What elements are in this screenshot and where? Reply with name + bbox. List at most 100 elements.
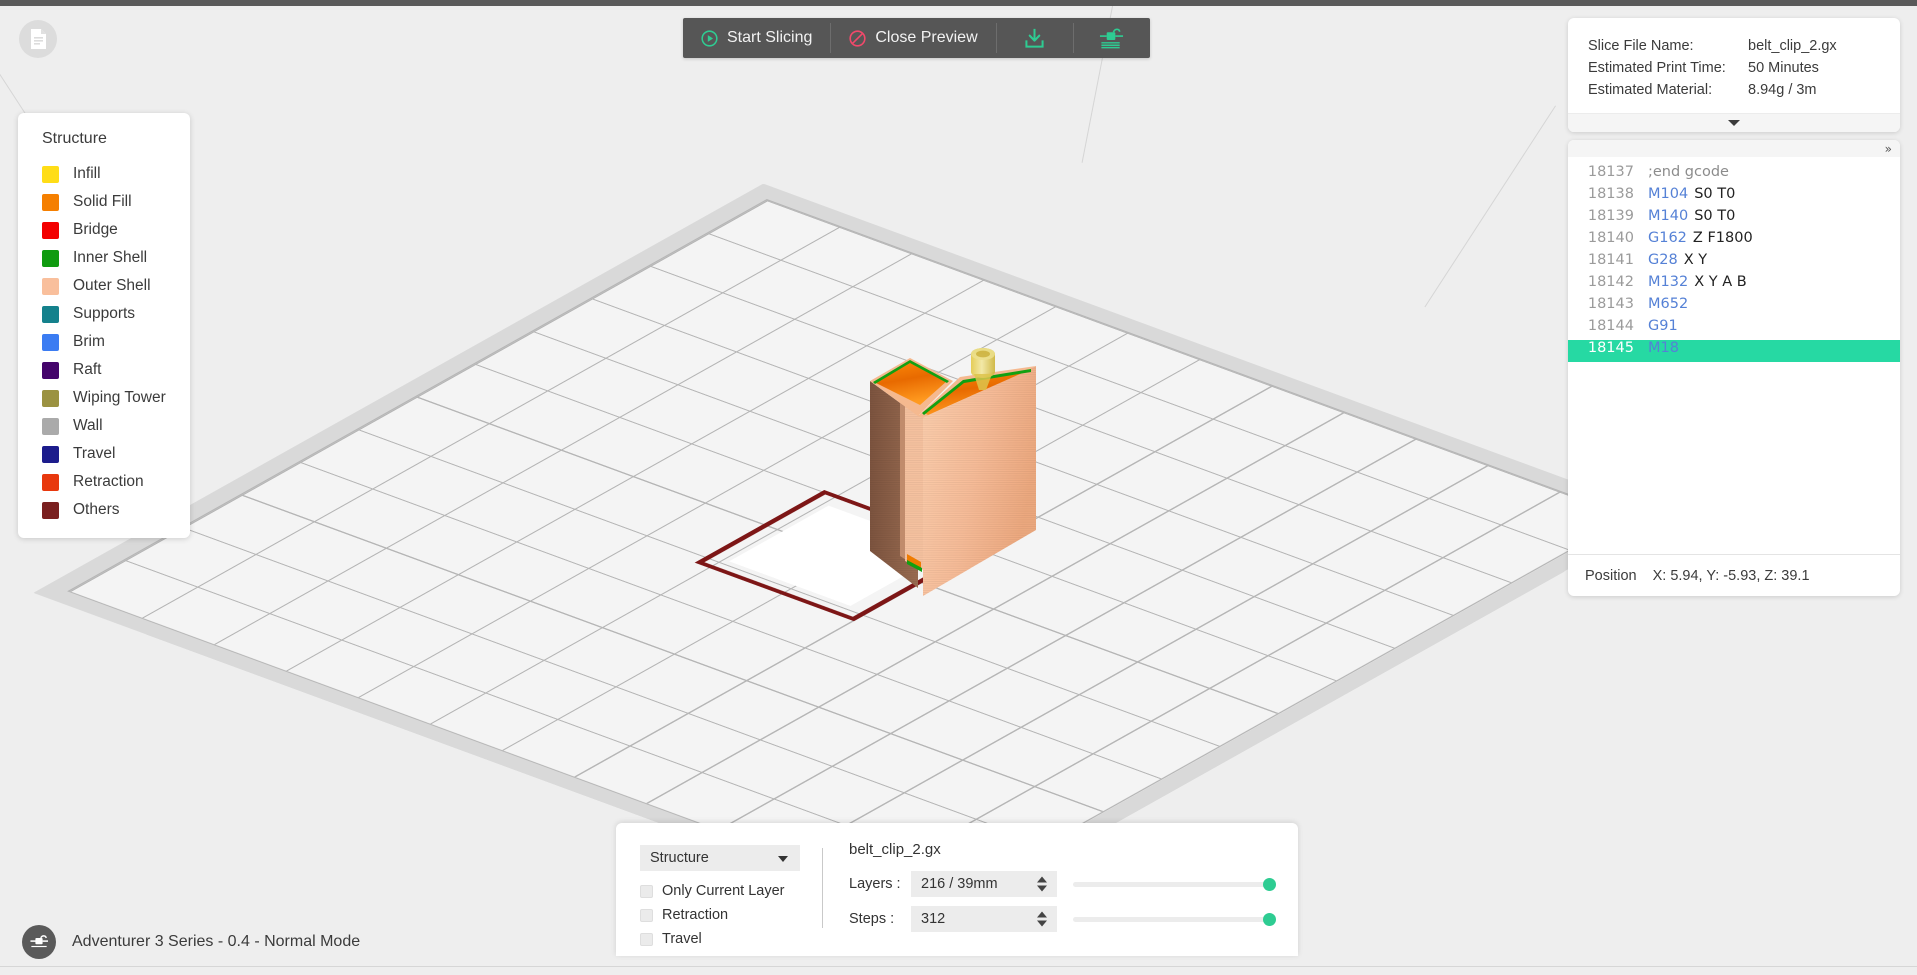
legend-item-label: Travel bbox=[73, 445, 116, 463]
legend-swatch bbox=[42, 306, 59, 323]
legend-item-label: Supports bbox=[73, 305, 135, 323]
gcode-line[interactable]: 18140G162Z F1800 bbox=[1568, 230, 1900, 252]
layers-stepper[interactable]: 216 / 39mm bbox=[911, 871, 1057, 897]
spin-up-icon[interactable] bbox=[1037, 912, 1047, 918]
checkbox-retraction[interactable]: Retraction bbox=[640, 903, 822, 927]
spin-down-icon[interactable] bbox=[1037, 921, 1047, 927]
legend-item-others[interactable]: Others bbox=[18, 496, 190, 524]
spin-down-icon[interactable] bbox=[1037, 886, 1047, 892]
legend-item-inner-shell[interactable]: Inner Shell bbox=[18, 244, 190, 272]
no-entry-icon bbox=[849, 30, 866, 47]
legend-item-outer-shell[interactable]: Outer Shell bbox=[18, 272, 190, 300]
legend-swatch bbox=[42, 502, 59, 519]
document-icon bbox=[29, 28, 48, 50]
gcode-command: G162 bbox=[1648, 230, 1687, 246]
legend-item-wall[interactable]: Wall bbox=[18, 412, 190, 440]
gcode-args: S0 T0 bbox=[1694, 208, 1735, 224]
printer-status-text: Adventurer 3 Series - 0.4 - Normal Mode bbox=[72, 933, 360, 951]
slice-info-collapse-button[interactable] bbox=[1568, 113, 1900, 132]
start-slicing-button[interactable]: Start Slicing bbox=[683, 18, 830, 58]
gcode-line[interactable]: 18145 M18 bbox=[1568, 340, 1900, 362]
steps-slider-thumb[interactable] bbox=[1263, 913, 1276, 926]
checkbox-box[interactable] bbox=[640, 909, 653, 922]
printer-send-icon bbox=[1098, 26, 1125, 51]
gcode-line[interactable]: 18139M140S0 T0 bbox=[1568, 208, 1900, 230]
gcode-position-bar: Position X: 5.94, Y: -5.93, Z: 39.1 bbox=[1568, 554, 1900, 596]
view-mode-select[interactable]: Structure bbox=[640, 845, 800, 871]
slice-info-value: 50 Minutes bbox=[1748, 57, 1819, 79]
gcode-line[interactable]: 18141G28X Y bbox=[1568, 252, 1900, 274]
document-button[interactable] bbox=[19, 20, 57, 58]
gcode-line-number: 18141 bbox=[1582, 252, 1634, 268]
slice-info-row: Slice File Name:belt_clip_2.gx bbox=[1588, 35, 1900, 57]
control-panel-left: Structure Only Current Layer Retraction Tr… bbox=[616, 823, 822, 956]
steps-value: 312 bbox=[921, 911, 945, 927]
legend-item-brim[interactable]: Brim bbox=[18, 328, 190, 356]
checkbox-label: Only Current Layer bbox=[662, 883, 785, 899]
helper-line-right bbox=[1424, 105, 1556, 307]
gcode-line-number: 18140 bbox=[1582, 230, 1634, 246]
send-to-printer-button[interactable] bbox=[1074, 18, 1150, 58]
flashprint-preview-window: Start Slicing Close Preview bbox=[0, 0, 1917, 975]
gcode-line[interactable]: 18137 ;end gcode bbox=[1568, 164, 1900, 186]
preview-toolbar: Start Slicing Close Preview bbox=[683, 18, 1150, 58]
checkbox-box[interactable] bbox=[640, 933, 653, 946]
legend-item-label: Outer Shell bbox=[73, 277, 151, 295]
legend-item-label: Infill bbox=[73, 165, 101, 183]
gcode-args: ;end gcode bbox=[1648, 164, 1729, 180]
gcode-line[interactable]: 18144G91 bbox=[1568, 318, 1900, 340]
gcode-line-number: 18139 bbox=[1582, 208, 1634, 224]
legend-item-supports[interactable]: Supports bbox=[18, 300, 190, 328]
legend-item-label: Brim bbox=[73, 333, 105, 351]
steps-label: Steps : bbox=[849, 911, 911, 927]
legend-item-infill[interactable]: Infill bbox=[18, 160, 190, 188]
view-mode-value: Structure bbox=[650, 850, 709, 866]
gcode-line-number: 18145 bbox=[1582, 340, 1634, 356]
gcode-command: M18 bbox=[1648, 340, 1679, 356]
checkbox-only-current-layer[interactable]: Only Current Layer bbox=[640, 879, 822, 903]
gcode-line[interactable]: 18142M132X Y A B bbox=[1568, 274, 1900, 296]
gcode-args: X Y A B bbox=[1694, 274, 1747, 290]
gcode-line[interactable]: 18138M104S0 T0 bbox=[1568, 186, 1900, 208]
display-option-checkboxes: Only Current Layer Retraction Travel bbox=[640, 879, 822, 951]
gcode-line-list[interactable]: 18137 ;end gcode 18138M104S0 T018139M140S0… bbox=[1568, 157, 1900, 554]
legend-item-solid-fill[interactable]: Solid Fill bbox=[18, 188, 190, 216]
legend-item-raft[interactable]: Raft bbox=[18, 356, 190, 384]
checkbox-box[interactable] bbox=[640, 885, 653, 898]
legend-item-bridge[interactable]: Bridge bbox=[18, 216, 190, 244]
slice-info-row: Estimated Material:8.94g / 3m bbox=[1588, 79, 1900, 101]
spin-up-icon[interactable] bbox=[1037, 877, 1047, 883]
gcode-line[interactable]: 18143M652 bbox=[1568, 296, 1900, 318]
checkbox-label: Travel bbox=[662, 931, 702, 947]
legend-swatch bbox=[42, 166, 59, 183]
gcode-panel-header: » bbox=[1568, 140, 1900, 157]
legend-item-wiping-tower[interactable]: Wiping Tower bbox=[18, 384, 190, 412]
close-preview-button[interactable]: Close Preview bbox=[831, 18, 995, 58]
printer-status-bar[interactable]: Adventurer 3 Series - 0.4 - Normal Mode bbox=[22, 925, 360, 959]
gcode-panel: » 18137 ;end gcode 18138M104S0 T018139M140… bbox=[1568, 140, 1900, 596]
layers-slider[interactable] bbox=[1073, 871, 1276, 897]
chevron-double-right-icon[interactable]: » bbox=[1885, 143, 1892, 155]
checkbox-travel[interactable]: Travel bbox=[640, 927, 822, 951]
steps-slider[interactable] bbox=[1073, 906, 1276, 932]
gcode-line-number: 18137 bbox=[1582, 164, 1634, 180]
legend-rows: Infill Solid Fill Bridge Inner Shell Outer S… bbox=[18, 160, 190, 524]
legend-item-label: Bridge bbox=[73, 221, 118, 239]
legend-item-label: Others bbox=[73, 501, 120, 519]
layers-slider-thumb[interactable] bbox=[1263, 878, 1276, 891]
legend-title: Structure bbox=[18, 127, 190, 160]
control-panel-right: belt_clip_2.gx Layers : 216 / 39mm Steps… bbox=[823, 823, 1298, 956]
printer-icon bbox=[29, 933, 49, 951]
gcode-command: G28 bbox=[1648, 252, 1678, 268]
play-circle-icon bbox=[701, 30, 718, 47]
layers-spin-arrows[interactable] bbox=[1037, 877, 1047, 892]
gcode-line-number: 18143 bbox=[1582, 296, 1634, 312]
gcode-command: M104 bbox=[1648, 186, 1688, 202]
preview-file-name: belt_clip_2.gx bbox=[849, 841, 1298, 858]
legend-item-travel[interactable]: Travel bbox=[18, 440, 190, 468]
legend-item-retraction[interactable]: Retraction bbox=[18, 468, 190, 496]
steps-spin-arrows[interactable] bbox=[1037, 912, 1047, 927]
position-label: Position bbox=[1585, 568, 1637, 584]
steps-stepper[interactable]: 312 bbox=[911, 906, 1057, 932]
save-gcode-button[interactable] bbox=[997, 18, 1073, 58]
